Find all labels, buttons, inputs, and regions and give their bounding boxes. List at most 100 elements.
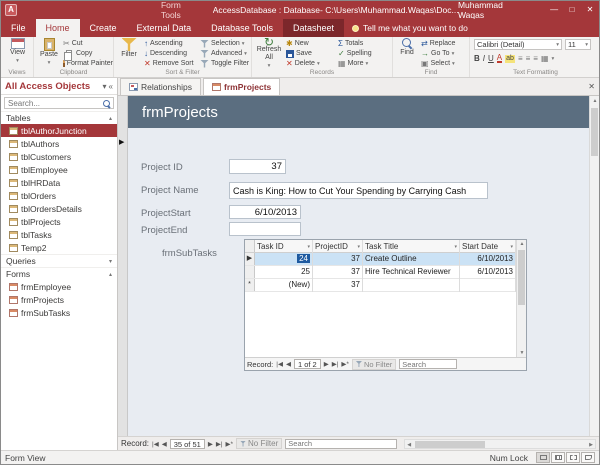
replace-button[interactable]: ⇄Replace	[421, 39, 469, 48]
remove-sort-button[interactable]: ✕Remove Sort	[144, 59, 198, 68]
form-view-button[interactable]	[536, 452, 550, 463]
sidebar-item-Temp2[interactable]: Temp2	[1, 241, 117, 254]
subform-cell[interactable]: Create Outline	[363, 253, 460, 266]
new-record-button[interactable]: ✱New	[286, 39, 332, 48]
scroll-right-icon[interactable]: ▶	[589, 441, 593, 449]
tell-me-box[interactable]: Tell me what you want to do	[344, 19, 476, 37]
tab-create[interactable]: Create	[80, 19, 127, 37]
row-selector[interactable]: ▶	[245, 253, 255, 265]
sidebar-item-frmSubTasks[interactable]: frmSubTasks	[1, 306, 117, 319]
maximize-button[interactable]: □	[563, 1, 581, 19]
refresh-all-button[interactable]: ↻ Refresh All ▾	[254, 38, 284, 70]
horizontal-scrollbar[interactable]: ◀ ▶	[404, 439, 596, 449]
next-record-button[interactable]: ▶	[324, 360, 329, 368]
column-header-start-date[interactable]: Start Date▾	[460, 240, 516, 253]
sidebar-search-input[interactable]	[4, 97, 114, 109]
selection-button[interactable]: Selection▾	[200, 39, 252, 48]
copy-button[interactable]: Copy	[63, 49, 113, 58]
table-row-new[interactable]: * (New) 37	[245, 279, 516, 292]
filter-dropdown-icon[interactable]: ▾	[510, 241, 513, 253]
filter-dropdown-icon[interactable]: ▾	[307, 241, 310, 253]
subform-cell[interactable]: 25	[255, 266, 313, 279]
paste-button[interactable]: Paste ▾	[36, 38, 62, 67]
sidebar-item-tblCustomers[interactable]: tblCustomers	[1, 150, 117, 163]
italic-button[interactable]: I	[483, 54, 485, 63]
subform-vertical-scrollbar[interactable]: ▲ ▼	[516, 240, 526, 357]
totals-button[interactable]: ΣTotals	[338, 39, 392, 48]
tab-datasheet[interactable]: Datasheet	[283, 19, 344, 37]
scrollbar-thumb[interactable]	[591, 108, 598, 156]
filter-dropdown-icon[interactable]: ▾	[357, 241, 360, 253]
filter-dropdown-icon[interactable]: ▾	[454, 241, 457, 253]
first-record-button[interactable]: |◀	[276, 360, 283, 368]
filter-button[interactable]: Filter	[116, 38, 142, 59]
select-button[interactable]: ▣Select▾	[421, 59, 469, 68]
tab-relationships[interactable]: Relationships	[120, 78, 201, 95]
user-name[interactable]: Muhammad Waqas	[458, 0, 531, 20]
projectend-field[interactable]	[229, 222, 301, 236]
spelling-button[interactable]: ✓Spelling	[338, 49, 392, 58]
datasheet-view-button[interactable]	[551, 452, 565, 463]
previous-record-button[interactable]: ◀	[286, 360, 291, 368]
descending-button[interactable]: ↓Descending	[144, 49, 198, 58]
projectstart-field[interactable]: 6/10/2013	[229, 205, 301, 219]
toggle-filter-button[interactable]: Toggle Filter	[200, 59, 252, 68]
font-color-button[interactable]: A	[497, 54, 502, 63]
record-position[interactable]: 35 of 51	[170, 439, 205, 449]
find-button[interactable]: Find	[395, 38, 419, 57]
subform-cell[interactable]: 6/10/2013	[460, 266, 516, 279]
scroll-down-icon[interactable]: ▼	[517, 350, 527, 356]
tab-file[interactable]: File	[1, 19, 36, 37]
ascending-button[interactable]: ↑Ascending	[144, 39, 198, 48]
sidebar-item-tblProjects[interactable]: tblProjects	[1, 215, 117, 228]
close-document-icon[interactable]: ✕	[588, 82, 595, 91]
tab-frmprojects[interactable]: frmProjects	[203, 78, 280, 95]
record-position[interactable]: 1 of 2	[294, 359, 321, 369]
scrollbar-thumb[interactable]	[518, 250, 525, 305]
table-row[interactable]: 25 37 Hire Technical Reviewer 6/10/2013	[245, 266, 516, 279]
highlight-button[interactable]: ab	[505, 55, 515, 63]
new-record-button[interactable]: ▶*	[226, 440, 234, 448]
advanced-button[interactable]: Advanced▾	[200, 49, 252, 58]
sidebar-item-tblAuthorJunction[interactable]: tblAuthorJunction	[1, 124, 117, 137]
section-forms[interactable]: Forms▴	[1, 267, 117, 280]
tab-home[interactable]: Home	[36, 19, 80, 37]
scroll-up-icon[interactable]: ▲	[517, 241, 527, 247]
sidebar-item-tblOrdersDetails[interactable]: tblOrdersDetails	[1, 202, 117, 215]
minimize-button[interactable]: —	[545, 1, 563, 19]
close-button[interactable]: ✕	[581, 1, 599, 19]
sidebar-item-tblEmployee[interactable]: tblEmployee	[1, 163, 117, 176]
sidebar-item-tblTasks[interactable]: tblTasks	[1, 228, 117, 241]
sidebar-item-frmEmployee[interactable]: frmEmployee	[1, 280, 117, 293]
font-name-select[interactable]: Calibri (Detail)▾	[474, 39, 562, 50]
column-header-task-id[interactable]: Task ID▾	[255, 240, 313, 253]
first-record-button[interactable]: |◀	[152, 440, 159, 448]
scroll-up-icon[interactable]: ▲	[590, 98, 600, 104]
last-record-button[interactable]: ▶|	[332, 360, 339, 368]
sidebar-item-frmProjects[interactable]: frmProjects	[1, 293, 117, 306]
form-vertical-scrollbar[interactable]: ▲	[589, 96, 599, 436]
project-id-field[interactable]: 37	[229, 159, 286, 174]
subform-cell[interactable]: 37	[313, 266, 363, 279]
previous-record-button[interactable]: ◀	[162, 440, 167, 448]
row-selector[interactable]	[245, 266, 255, 278]
column-header-task-title[interactable]: Task Title▾	[363, 240, 460, 253]
access-app-icon[interactable]: A	[5, 4, 17, 16]
align-right-icon[interactable]: ≡	[533, 55, 538, 63]
delete-button[interactable]: ✕Delete▾	[286, 59, 332, 68]
gridlines-icon[interactable]: ▦	[541, 55, 549, 63]
subform-search-input[interactable]	[399, 359, 457, 369]
pane-shutter-icon[interactable]: «	[109, 82, 113, 91]
form-search-input[interactable]	[285, 439, 397, 449]
bold-button[interactable]: B	[474, 54, 480, 63]
sidebar-item-tblAuthors[interactable]: tblAuthors	[1, 137, 117, 150]
align-center-icon[interactable]: ≡	[526, 55, 531, 63]
table-row[interactable]: ▶ 24 37 Create Outline 6/10/2013	[245, 253, 516, 266]
view-button[interactable]: View ▾	[4, 38, 31, 65]
last-record-button[interactable]: ▶|	[216, 440, 223, 448]
no-filter-button[interactable]: No Filter	[352, 359, 396, 370]
font-size-select[interactable]: 11▾	[565, 39, 591, 50]
subform-cell[interactable]: 37	[313, 253, 363, 266]
scrollbar-thumb[interactable]	[415, 441, 485, 448]
selected-cell-value[interactable]: 24	[297, 254, 310, 263]
